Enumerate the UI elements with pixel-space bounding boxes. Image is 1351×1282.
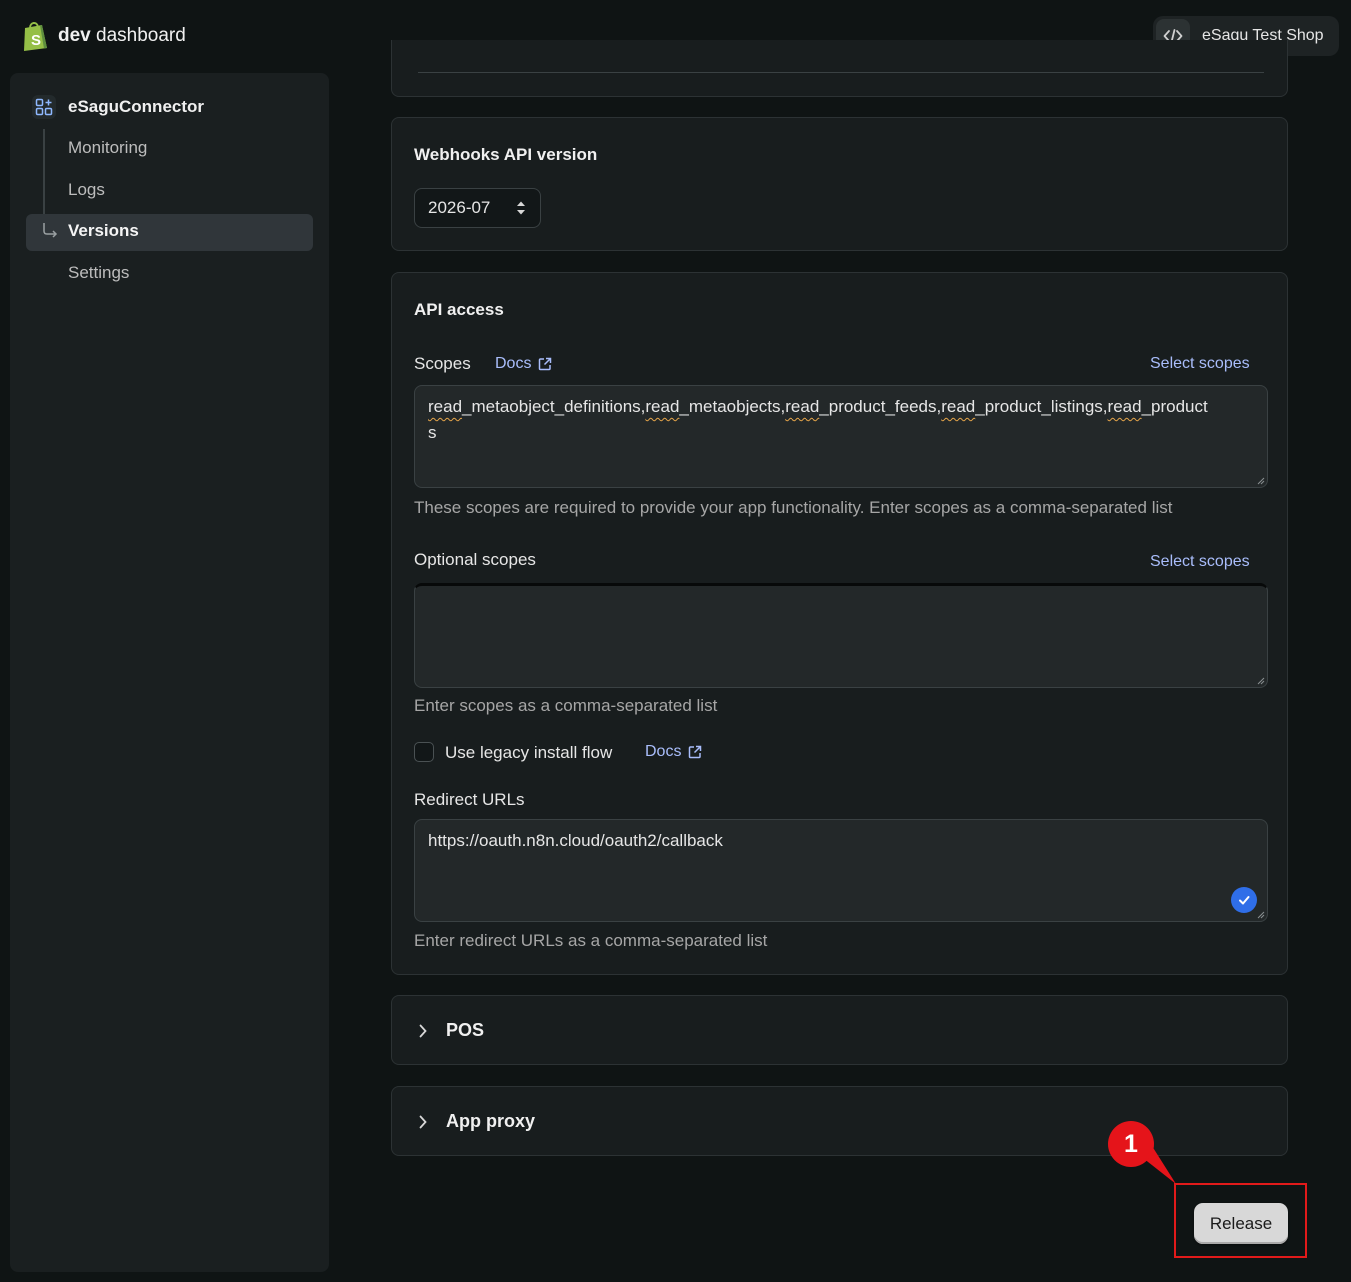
webhooks-card: Webhooks API version 2026-07 [391, 117, 1288, 251]
redirect-urls-help: Enter redirect URLs as a comma-separated… [414, 931, 768, 950]
resize-handle-icon[interactable] [1256, 476, 1265, 485]
resize-handle-icon[interactable] [1256, 910, 1265, 919]
valid-check-icon [1231, 887, 1257, 913]
scopes-line-2: s [428, 423, 437, 442]
pos-card[interactable]: POS [391, 995, 1288, 1065]
chevron-right-icon [419, 1115, 427, 1128]
optional-scopes-label: Optional scopes [414, 550, 536, 569]
legacy-docs-link[interactable]: Docs [645, 743, 702, 761]
shopify-bag-icon: S [24, 22, 47, 51]
app-name: eSaguConnector [68, 97, 205, 116]
apps-grid-icon [32, 95, 56, 119]
brand-rest: dashboard [90, 25, 186, 46]
brand-bold: dev [58, 25, 91, 46]
sidebar-item-settings[interactable]: Settings [68, 263, 129, 283]
app-proxy-title: App proxy [446, 1111, 536, 1131]
previous-section-card [391, 40, 1288, 97]
webhooks-title: Webhooks API version [414, 145, 598, 164]
sidebar-item-versions[interactable]: Versions [68, 221, 139, 241]
webhooks-version-value: 2026-07 [428, 198, 491, 217]
resize-handle-icon[interactable] [1256, 676, 1265, 685]
redirect-urls-label: Redirect URLs [414, 790, 525, 809]
chevron-right-icon [419, 1024, 427, 1037]
api-access-card: API access Scopes Docs Select scopes rea… [391, 272, 1288, 975]
app-proxy-toggle[interactable]: App proxy [418, 1111, 535, 1132]
redirect-urls-textarea[interactable]: https://oauth.n8n.cloud/oauth2/callback [414, 819, 1268, 922]
sidebar: eSaguConnector Monitoring Logs Versions … [10, 73, 329, 1272]
scopes-line-1: read_metaobject_definitions,read_metaobj… [428, 397, 1208, 416]
sidebar-item-logs[interactable]: Logs [68, 180, 105, 200]
scopes-select-link[interactable]: Select scopes [1150, 355, 1250, 373]
svg-text:S: S [31, 32, 41, 49]
release-button[interactable]: Release [1194, 1203, 1288, 1244]
scopes-textarea[interactable]: read_metaobject_definitions,read_metaobj… [414, 385, 1268, 488]
scopes-docs-link[interactable]: Docs [495, 355, 552, 373]
brand[interactable]: S dev dashboard [20, 20, 186, 52]
optional-select-link[interactable]: Select scopes [1150, 553, 1250, 571]
optional-scopes-help: Enter scopes as a comma-separated list [414, 696, 718, 715]
legacy-install-checkbox[interactable] [414, 742, 434, 762]
external-link-icon [539, 357, 552, 371]
external-link-icon [689, 745, 702, 759]
tree-branch-icon [43, 223, 58, 238]
pos-toggle[interactable]: POS [418, 1020, 484, 1041]
sidebar-item-monitoring[interactable]: Monitoring [68, 138, 147, 158]
api-access-title: API access [414, 300, 504, 319]
redirect-url-value: https://oauth.n8n.cloud/oauth2/callback [428, 831, 723, 850]
legacy-install-label: Use legacy install flow [445, 743, 613, 762]
webhooks-version-select[interactable]: 2026-07 [414, 188, 541, 228]
annotation-marker: 1 [1108, 1121, 1154, 1167]
scopes-label: Scopes [414, 354, 471, 373]
sidebar-app[interactable]: eSaguConnector [32, 95, 204, 119]
optional-scopes-textarea[interactable] [414, 583, 1268, 688]
pos-title: POS [446, 1020, 485, 1040]
scopes-help: These scopes are required to provide you… [414, 498, 1173, 517]
select-arrows-icon [517, 201, 525, 215]
